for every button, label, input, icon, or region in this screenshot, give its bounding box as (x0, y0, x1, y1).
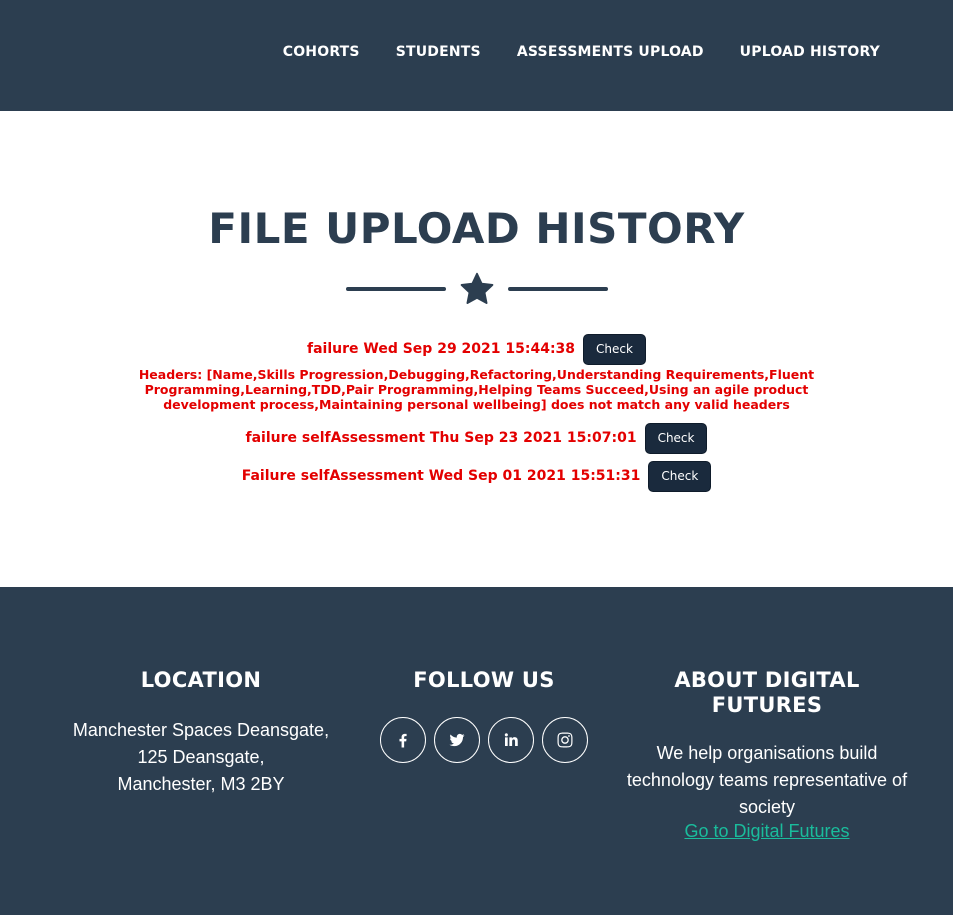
upload-history-list: failure Wed Sep 29 2021 15:44:38 Check H… (0, 330, 953, 495)
record-error-detail: Headers: [Name,Skills Progression,Debugg… (138, 367, 815, 412)
check-button[interactable]: Check (583, 333, 646, 365)
location-address: Manchester Spaces Deansgate, 125 Deansga… (60, 717, 342, 798)
divider-line-right (507, 287, 608, 291)
instagram-button[interactable] (542, 717, 588, 763)
footer-about: ABOUT DIGITAL FUTURES We help organisati… (626, 668, 908, 842)
navbar: COHORTS STUDENTS ASSESSMENTS UPLOAD UPLO… (0, 0, 953, 111)
address-line-3: Manchester, M3 2BY (117, 774, 285, 794)
facebook-icon (399, 733, 407, 748)
divider-line-left (345, 287, 446, 291)
footer-location: LOCATION Manchester Spaces Deansgate, 12… (60, 668, 342, 798)
nav-links: COHORTS STUDENTS ASSESSMENTS UPLOAD UPLO… (283, 44, 880, 60)
about-text: We help organisations build technology t… (626, 743, 908, 817)
address-line-2: 125 Deansgate, (137, 747, 265, 767)
page-title: FILE UPLOAD HISTORY (208, 204, 745, 253)
follow-heading: FOLLOW US (413, 668, 555, 692)
twitter-button[interactable] (434, 717, 480, 763)
nav-item-upload-history[interactable]: UPLOAD HISTORY (740, 44, 880, 60)
instagram-icon (557, 732, 573, 748)
main-section: FILE UPLOAD HISTORY failure Wed Sep 29 2… (0, 111, 953, 587)
footer: LOCATION Manchester Spaces Deansgate, 12… (0, 587, 953, 915)
check-button[interactable]: Check (648, 460, 712, 492)
facebook-button[interactable] (380, 717, 426, 763)
check-button[interactable]: Check (644, 422, 708, 454)
nav-item-assessments-upload[interactable]: ASSESSMENTS UPLOAD (517, 44, 704, 60)
record-status: Failure selfAssessment Wed Sep 01 2021 1… (241, 468, 641, 484)
footer-follow: FOLLOW US (344, 668, 624, 763)
record-status: failure selfAssessment Thu Sep 23 2021 1… (245, 430, 637, 446)
digital-futures-link[interactable]: Go to Digital Futures (684, 821, 849, 841)
nav-item-students[interactable]: STUDENTS (396, 44, 481, 60)
twitter-icon (449, 733, 465, 747)
nav-item-cohorts[interactable]: COHORTS (283, 44, 360, 60)
star-icon (460, 272, 493, 304)
title-divider (0, 271, 953, 307)
about-heading: ABOUT DIGITAL FUTURES (674, 668, 860, 717)
linkedin-icon (504, 733, 518, 746)
location-heading: LOCATION (140, 668, 262, 692)
social-links (344, 717, 624, 763)
address-line-1: Manchester Spaces Deansgate, (72, 720, 330, 740)
linkedin-button[interactable] (488, 717, 534, 763)
record-status: failure Wed Sep 29 2021 15:44:38 (307, 341, 576, 357)
history-record: failure selfAssessment Thu Sep 23 2021 1… (0, 419, 953, 457)
history-record: Failure selfAssessment Wed Sep 01 2021 1… (0, 457, 953, 495)
history-record: failure Wed Sep 29 2021 15:44:38 Check (0, 330, 953, 368)
